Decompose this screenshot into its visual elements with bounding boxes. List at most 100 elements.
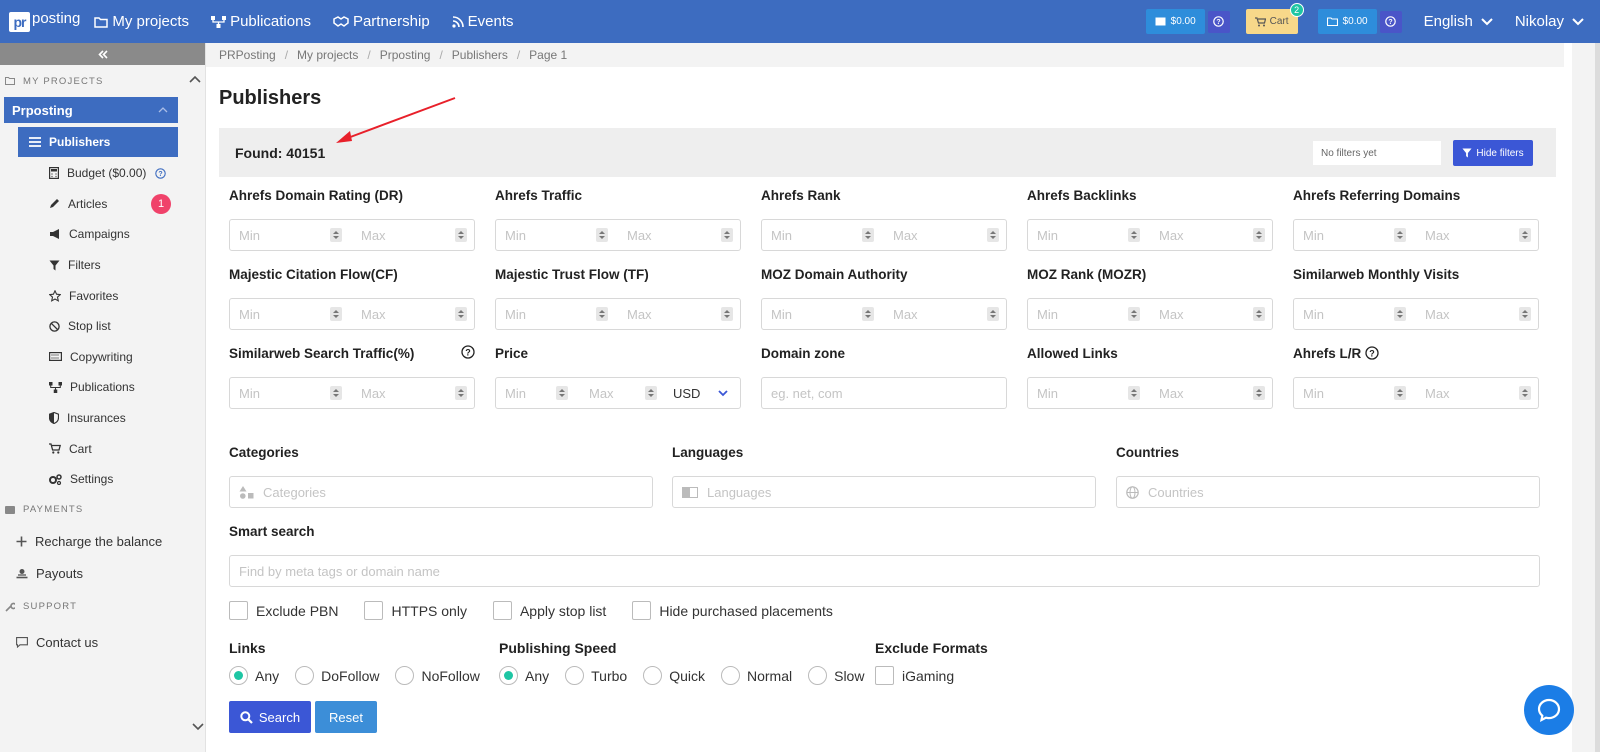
spinner-icon[interactable] xyxy=(1253,228,1265,242)
spinner-icon[interactable] xyxy=(1394,307,1406,321)
spinner-icon[interactable] xyxy=(862,228,874,242)
nav-my-projects[interactable]: My projects xyxy=(94,13,189,30)
sidebar-item-publishers[interactable]: Publishers xyxy=(18,127,178,157)
user-menu[interactable]: Nikolay xyxy=(1515,13,1584,30)
languages-select[interactable]: Languages xyxy=(672,476,1096,508)
speed-radio-quick[interactable]: Quick xyxy=(643,666,705,685)
sidebar-item-filters[interactable]: Filters xyxy=(0,250,205,281)
sidebar-item-publications[interactable]: Publications xyxy=(0,372,205,403)
sidebar-collapse-button[interactable] xyxy=(0,43,205,65)
spinner-icon[interactable] xyxy=(721,228,733,242)
language-selector[interactable]: English xyxy=(1424,13,1493,30)
spinner-icon[interactable] xyxy=(330,228,342,242)
spinner-icon[interactable] xyxy=(1519,386,1531,400)
chevron-down-icon[interactable] xyxy=(192,723,204,731)
sidebar-item-budget[interactable]: Budget ($0.00) ? xyxy=(0,158,205,189)
currency-select[interactable]: USD xyxy=(664,378,740,408)
sidebar-item-favorites[interactable]: Favorites xyxy=(0,280,205,311)
apply-stop-list-checkbox[interactable]: Apply stop list xyxy=(492,601,606,620)
saved-filters-select[interactable]: No filters yet xyxy=(1313,141,1441,165)
spinner-icon[interactable] xyxy=(455,307,467,321)
scrollbar[interactable] xyxy=(1595,43,1600,752)
search-button[interactable]: Search xyxy=(229,701,311,733)
sidebar-item-settings[interactable]: Settings xyxy=(0,464,205,495)
chat-widget-button[interactable] xyxy=(1524,685,1574,735)
radio[interactable] xyxy=(643,666,663,685)
cart-button[interactable]: Cart 2 xyxy=(1245,3,1304,34)
sidebar-item-articles[interactable]: Articles 1 xyxy=(0,189,205,220)
hide-purchased-checkbox[interactable]: Hide purchased placements xyxy=(632,601,833,620)
radio[interactable] xyxy=(808,666,828,685)
balance-button[interactable]: $0.00 xyxy=(1145,9,1205,34)
reset-button[interactable]: Reset xyxy=(315,701,377,733)
smart-search-input[interactable]: Find by meta tags or domain name xyxy=(229,555,1540,587)
question-icon[interactable]: ? xyxy=(155,168,166,179)
nav-events[interactable]: Events xyxy=(452,13,514,30)
question-icon[interactable]: ? xyxy=(1365,346,1379,360)
radio[interactable] xyxy=(295,666,315,685)
speed-radio-normal[interactable]: Normal xyxy=(720,666,792,685)
links-radio-nofollow[interactable]: NoFollow xyxy=(395,666,480,685)
logo[interactable]: pr posting xyxy=(9,10,80,32)
radio[interactable] xyxy=(720,666,740,685)
checkbox[interactable] xyxy=(492,601,512,620)
spinner-icon[interactable] xyxy=(645,386,657,400)
spinner-icon[interactable] xyxy=(987,307,999,321)
checkbox[interactable] xyxy=(364,601,384,620)
spinner-icon[interactable] xyxy=(1253,386,1265,400)
igaming-checkbox[interactable]: iGaming xyxy=(875,666,954,685)
speed-radio-slow[interactable]: Slow xyxy=(808,666,864,685)
sidebar-item-copywriting[interactable]: Copywriting xyxy=(0,342,205,373)
spinner-icon[interactable] xyxy=(596,228,608,242)
question-icon[interactable]: ? xyxy=(461,345,475,359)
spinner-icon[interactable] xyxy=(1128,228,1140,242)
links-radio-dofollow[interactable]: DoFollow xyxy=(295,666,379,685)
https-only-checkbox[interactable]: HTTPS only xyxy=(364,601,467,620)
spinner-icon[interactable] xyxy=(1253,307,1265,321)
spinner-icon[interactable] xyxy=(1394,386,1406,400)
sidebar-item-stop-list[interactable]: Stop list xyxy=(0,311,205,342)
sidebar-item-insurances[interactable]: Insurances xyxy=(0,403,205,434)
spinner-icon[interactable] xyxy=(596,307,608,321)
spinner-icon[interactable] xyxy=(1519,307,1531,321)
breadcrumb-item[interactable]: My projects xyxy=(297,48,358,62)
sidebar-item-cart[interactable]: Cart xyxy=(0,433,205,464)
chevron-up-icon[interactable] xyxy=(189,75,201,83)
speed-radio-any[interactable]: Any xyxy=(499,666,549,685)
sidebar-item-campaigns[interactable]: Campaigns xyxy=(0,219,205,250)
contact-us-link[interactable]: Contact us xyxy=(0,627,205,659)
hide-filters-button[interactable]: Hide filters xyxy=(1453,140,1533,166)
breadcrumb-item[interactable]: PRPosting xyxy=(219,48,276,62)
radio[interactable] xyxy=(499,666,518,685)
categories-select[interactable]: Categories xyxy=(229,476,653,508)
nav-partnership[interactable]: Partnership xyxy=(333,13,430,30)
exclude-pbn-checkbox[interactable]: Exclude PBN xyxy=(229,601,338,620)
domain-zone-input[interactable]: eg. net, com xyxy=(761,377,1007,409)
breadcrumb-item[interactable]: Publishers xyxy=(452,48,508,62)
spinner-icon[interactable] xyxy=(721,307,733,321)
radio[interactable] xyxy=(565,666,585,685)
spinner-icon[interactable] xyxy=(862,307,874,321)
spinner-icon[interactable] xyxy=(556,386,568,400)
spinner-icon[interactable] xyxy=(987,228,999,242)
checkbox[interactable] xyxy=(229,601,248,620)
radio[interactable] xyxy=(395,666,415,685)
spinner-icon[interactable] xyxy=(1519,228,1531,242)
countries-select[interactable]: Countries xyxy=(1116,476,1540,508)
spinner-icon[interactable] xyxy=(330,307,342,321)
project-balance-help-button[interactable]: ? xyxy=(1379,10,1402,33)
project-balance-button[interactable]: $0.00 xyxy=(1317,9,1377,34)
spinner-icon[interactable] xyxy=(455,228,467,242)
speed-radio-turbo[interactable]: Turbo xyxy=(565,666,627,685)
nav-publications[interactable]: Publications xyxy=(211,13,311,30)
recharge-balance-link[interactable]: Recharge the balance xyxy=(0,526,205,558)
spinner-icon[interactable] xyxy=(330,386,342,400)
spinner-icon[interactable] xyxy=(1128,307,1140,321)
breadcrumb-item[interactable]: Prposting xyxy=(380,48,431,62)
spinner-icon[interactable] xyxy=(1128,386,1140,400)
checkbox[interactable] xyxy=(875,666,894,685)
balance-help-button[interactable]: ? xyxy=(1207,10,1230,33)
checkbox[interactable] xyxy=(632,601,652,620)
payouts-link[interactable]: Payouts xyxy=(0,558,205,590)
spinner-icon[interactable] xyxy=(1394,228,1406,242)
